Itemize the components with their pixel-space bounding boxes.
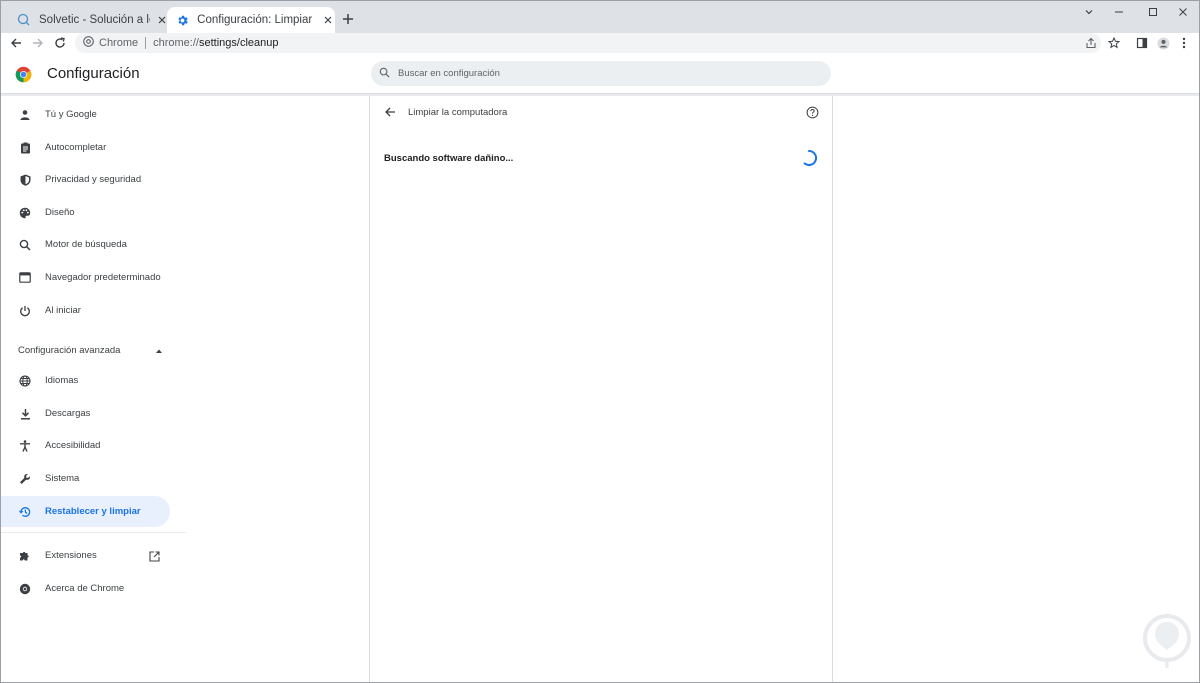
url-scheme: chrome:// bbox=[153, 37, 199, 49]
shield-icon bbox=[18, 173, 32, 187]
site-info-chip[interactable]: Chrome bbox=[83, 36, 138, 50]
sidebar-item-on-startup[interactable]: Al iniciar bbox=[1, 295, 170, 326]
advanced-settings-label: Configuración avanzada bbox=[18, 344, 121, 356]
clipboard-icon bbox=[18, 141, 32, 155]
url-path: settings/cleanup bbox=[198, 37, 279, 49]
chrome-logo-icon bbox=[15, 66, 32, 83]
sidebar-item-label: Tú y Google bbox=[45, 109, 97, 120]
bookmark-star-icon[interactable] bbox=[1104, 33, 1124, 53]
sidebar-item-accessibility[interactable]: Accesibilidad bbox=[1, 430, 170, 461]
globe-icon bbox=[18, 374, 32, 388]
palette-icon bbox=[18, 206, 32, 220]
sidebar-item-label: Extensiones bbox=[45, 550, 97, 561]
forward-arrow-icon[interactable] bbox=[30, 35, 46, 51]
close-window-button[interactable] bbox=[1163, 1, 1199, 23]
search-placeholder: Buscar en configuración bbox=[398, 68, 500, 79]
solvetic-icon bbox=[17, 12, 31, 28]
sidebar-item-autofill[interactable]: Autocompletar bbox=[1, 132, 170, 163]
sidebar-item-about-chrome[interactable]: Acerca de Chrome bbox=[1, 573, 170, 604]
accessibility-icon bbox=[18, 439, 32, 453]
reload-icon[interactable] bbox=[52, 35, 68, 51]
search-icon bbox=[18, 238, 32, 252]
sidebar-item-label: Restablecer y limpiar bbox=[45, 506, 141, 517]
new-tab-button[interactable] bbox=[339, 10, 357, 28]
side-panel-icon[interactable] bbox=[1134, 35, 1150, 51]
sidebar-item-label: Accesibilidad bbox=[45, 440, 101, 451]
sidebar-item-label: Privacidad y seguridad bbox=[45, 174, 142, 185]
sidebar-item-downloads[interactable]: Descargas bbox=[1, 398, 170, 429]
scan-status-text: Buscando software dañino... bbox=[384, 153, 514, 164]
browser-window: Solvetic - Solución a los problemas Conf… bbox=[0, 0, 1200, 683]
sidebar-divider bbox=[1, 532, 186, 533]
person-icon bbox=[18, 108, 32, 122]
share-icon[interactable] bbox=[1081, 33, 1101, 53]
sidebar-item-default-browser[interactable]: Navegador predeterminado bbox=[1, 262, 170, 293]
sidebar-item-privacy[interactable]: Privacidad y seguridad bbox=[1, 164, 170, 195]
sidebar-item-languages[interactable]: Idiomas bbox=[1, 365, 170, 396]
loading-spinner-icon bbox=[800, 149, 818, 167]
sidebar-item-reset-and-cleanup[interactable]: Restablecer y limpiar bbox=[1, 496, 170, 527]
sidebar-item-label: Al iniciar bbox=[45, 305, 81, 316]
sidebar-item-appearance[interactable]: Diseño bbox=[1, 197, 170, 228]
tab-solvetic[interactable]: Solvetic - Solución a los problemas bbox=[9, 7, 169, 33]
wrench-icon bbox=[18, 472, 32, 486]
omnibox-divider bbox=[145, 37, 147, 49]
back-arrow-icon[interactable] bbox=[8, 35, 24, 51]
tab-settings-cleanup[interactable]: Configuración: Limpiar la computadora bbox=[167, 7, 335, 33]
right-gutter bbox=[833, 96, 1199, 682]
cleanup-card: Limpiar la computadora Buscando software… bbox=[369, 96, 833, 682]
search-icon bbox=[379, 65, 390, 83]
sidebar-item-label: Sistema bbox=[45, 473, 80, 484]
chrome-icon bbox=[83, 36, 94, 50]
restore-icon bbox=[18, 505, 32, 519]
browser-icon bbox=[18, 271, 32, 285]
sidebar-item-label: Acerca de Chrome bbox=[45, 583, 125, 594]
advanced-settings-toggle[interactable]: Configuración avanzada bbox=[18, 343, 163, 357]
sidebar-item-label: Navegador predeterminado bbox=[45, 272, 161, 283]
tab-strip: Solvetic - Solución a los problemas Conf… bbox=[1, 1, 1199, 33]
card-header: Limpiar la computadora bbox=[370, 96, 832, 130]
chip-label: Chrome bbox=[99, 37, 139, 49]
sidebar-item-label: Idiomas bbox=[45, 375, 79, 386]
tab-title: Configuración: Limpiar la computadora bbox=[197, 14, 315, 26]
settings-header: Configuración Buscar en configuración bbox=[1, 54, 1199, 94]
menu-dots-icon[interactable] bbox=[1176, 35, 1192, 51]
sidebar-item-label: Autocompletar bbox=[45, 142, 107, 153]
watermark-logo bbox=[1139, 612, 1195, 670]
sidebar-item-system[interactable]: Sistema bbox=[1, 463, 170, 494]
sidebar-item-label: Diseño bbox=[45, 207, 75, 218]
power-icon bbox=[18, 304, 32, 318]
page-title: Configuración bbox=[47, 65, 140, 82]
card-title: Limpiar la computadora bbox=[408, 107, 508, 118]
open-in-new-icon[interactable] bbox=[147, 549, 161, 563]
browser-toolbar: Chrome chrome:// settings/cleanup bbox=[1, 33, 1199, 53]
back-arrow-icon[interactable] bbox=[383, 105, 397, 119]
help-icon[interactable] bbox=[804, 104, 820, 120]
chrome-outline-icon bbox=[18, 582, 32, 596]
profile-avatar-icon[interactable] bbox=[1155, 35, 1171, 51]
sidebar-item-search-engine[interactable]: Motor de búsqueda bbox=[1, 229, 170, 260]
download-icon bbox=[18, 407, 32, 421]
sidebar-item-you-and-google[interactable]: Tú y Google bbox=[1, 99, 170, 130]
close-tab-icon[interactable] bbox=[321, 12, 335, 28]
sidebar-item-label: Motor de búsqueda bbox=[45, 239, 127, 250]
settings-search-input[interactable]: Buscar en configuración bbox=[371, 61, 831, 86]
address-bar[interactable]: Chrome chrome:// settings/cleanup bbox=[75, 33, 1101, 53]
sidebar-item-label: Descargas bbox=[45, 408, 91, 419]
settings-gear-icon bbox=[175, 12, 189, 28]
sidebar-item-extensions[interactable]: Extensiones bbox=[1, 540, 170, 571]
puzzle-piece-icon bbox=[18, 549, 32, 563]
settings-sidebar: Tú y Google Autocompletar Privacidad y s… bbox=[1, 96, 369, 682]
tab-title: Solvetic - Solución a los problemas bbox=[39, 14, 150, 26]
chevron-up-icon bbox=[155, 341, 163, 359]
